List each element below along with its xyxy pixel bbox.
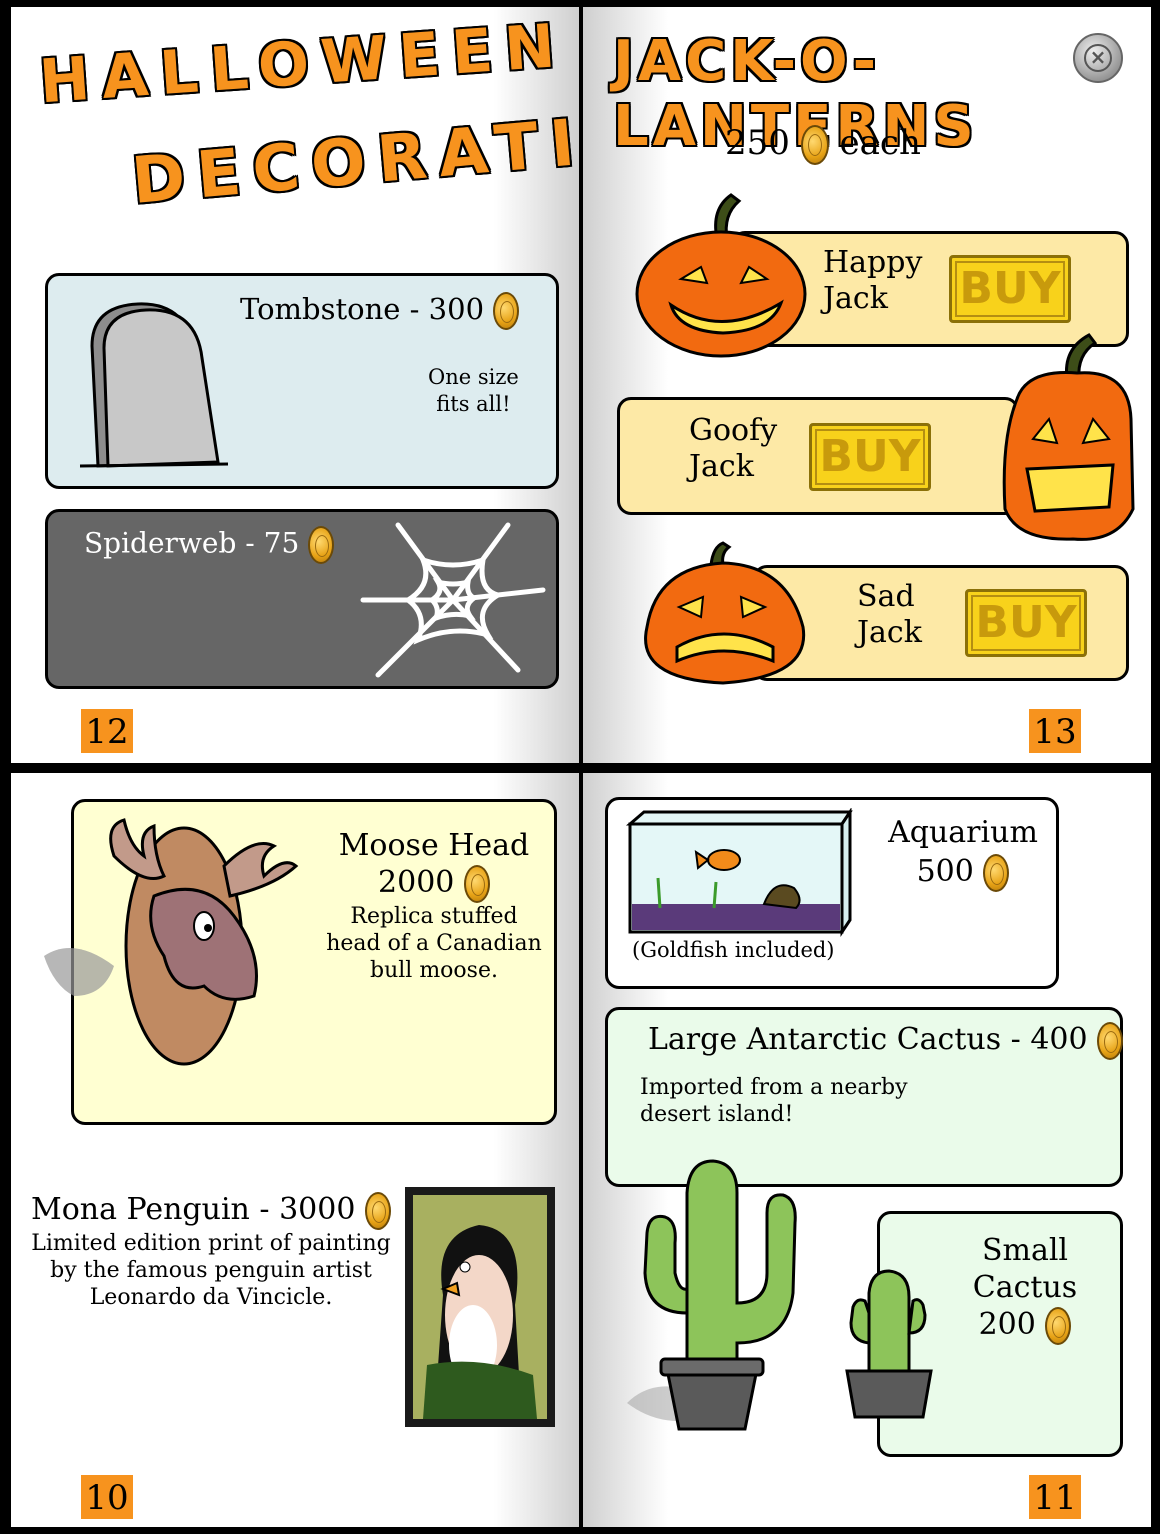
tombstone-desc-line2: fits all!	[436, 392, 511, 416]
catalog-page-10: Moose Head 2000 Replica stuffed head of …	[8, 770, 582, 1530]
coin-icon	[463, 865, 490, 903]
pumpkin-icon	[635, 193, 807, 358]
coin-icon	[1097, 1022, 1124, 1060]
mona-desc-line2: by the famous penguin artist	[50, 1258, 372, 1283]
aquarium-note: (Goldfish included)	[632, 938, 835, 962]
catalog-page-11: Aquarium 500 (Goldfish included) Large A…	[580, 770, 1154, 1530]
price-suffix: each	[839, 123, 921, 163]
item-name-line2: Jack	[689, 449, 754, 484]
buy-goofy-jack-button[interactable]: BUY	[809, 423, 931, 491]
moose-desc-line2: head of a Canadian	[326, 931, 542, 956]
item-name-line1: Sad	[857, 579, 915, 614]
close-button[interactable]: ×	[1073, 33, 1123, 83]
aquarium-icon	[625, 808, 853, 937]
large-cactus-desc-line2: desert island!	[640, 1102, 794, 1127]
buy-happy-jack-button[interactable]: BUY	[949, 255, 1071, 323]
aquarium-item[interactable]: Aquarium 500 (Goldfish included)	[605, 797, 1059, 989]
page-number: 12	[81, 709, 133, 753]
page-number: 11	[1029, 1475, 1081, 1519]
spiderweb-item[interactable]: Spiderweb - 75	[45, 509, 559, 689]
cactus-icon	[845, 1269, 933, 1419]
item-name-line1: Goofy	[689, 413, 778, 448]
small-cactus-price: 200	[978, 1307, 1036, 1342]
spiderweb-icon	[360, 522, 546, 678]
spiderweb-name: Spiderweb - 75	[84, 526, 300, 560]
page-number: 13	[1029, 709, 1081, 753]
catalog-page-13: JACK-O-LANTERNS × 250 each Happy Jack BU…	[580, 4, 1154, 766]
coin-icon	[364, 1192, 391, 1230]
coin-icon	[308, 526, 335, 564]
large-cactus-desc-line1: Imported from a nearby	[640, 1075, 908, 1100]
item-name-line1: Happy	[823, 245, 923, 280]
mona-name: Mona Penguin - 3000	[31, 1192, 356, 1227]
coin-icon	[1045, 1307, 1072, 1345]
item-name-line2: Jack	[857, 615, 922, 650]
aquarium-name: Aquarium	[888, 815, 1038, 850]
pumpkin-icon	[644, 541, 806, 685]
catalog-page-12: HALLOWEEN DECORATIONS Tombstone - 300 On…	[8, 4, 582, 766]
page-title-line1: HALLOWEEN	[37, 10, 570, 118]
moose-head-icon	[44, 818, 299, 1066]
close-icon: ×	[1084, 44, 1112, 72]
cactus-icon	[627, 1159, 797, 1431]
moose-head-item[interactable]: Moose Head 2000 Replica stuffed head of …	[44, 799, 557, 1125]
tombstone-item[interactable]: Tombstone - 300 One size fits all!	[45, 273, 559, 489]
moose-name: Moose Head	[338, 828, 530, 863]
coin-icon	[800, 125, 829, 165]
pumpkin-icon	[1002, 333, 1135, 541]
mona-penguin-item[interactable]: Mona Penguin - 3000 Limited edition prin…	[31, 1181, 561, 1441]
moose-desc-line3: bull moose.	[370, 958, 498, 983]
large-cactus-name: Large Antarctic Cactus - 400	[648, 1022, 1088, 1057]
small-cactus-line2: Cactus	[972, 1270, 1078, 1305]
item-name-line2: Jack	[823, 281, 888, 316]
painting-icon	[405, 1187, 555, 1427]
moose-desc-line1: Replica stuffed	[350, 904, 518, 929]
tombstone-desc-line1: One size	[428, 365, 519, 389]
small-cactus-line1: Small	[981, 1233, 1069, 1268]
coin-icon	[983, 854, 1010, 892]
mona-desc-line3: Leonardo da Vincicle.	[89, 1285, 333, 1310]
price: 250	[725, 123, 790, 163]
tombstone-icon	[79, 302, 229, 468]
tombstone-name: Tombstone - 300	[240, 292, 485, 326]
buy-sad-jack-button[interactable]: BUY	[965, 589, 1087, 657]
page-title-line2: DECORATIONS	[129, 89, 582, 219]
moose-price: 2000	[378, 865, 455, 900]
coin-icon	[493, 292, 520, 330]
mona-desc-line1: Limited edition print of painting	[31, 1231, 391, 1256]
page-number: 10	[81, 1475, 133, 1519]
aquarium-price: 500	[916, 854, 974, 889]
